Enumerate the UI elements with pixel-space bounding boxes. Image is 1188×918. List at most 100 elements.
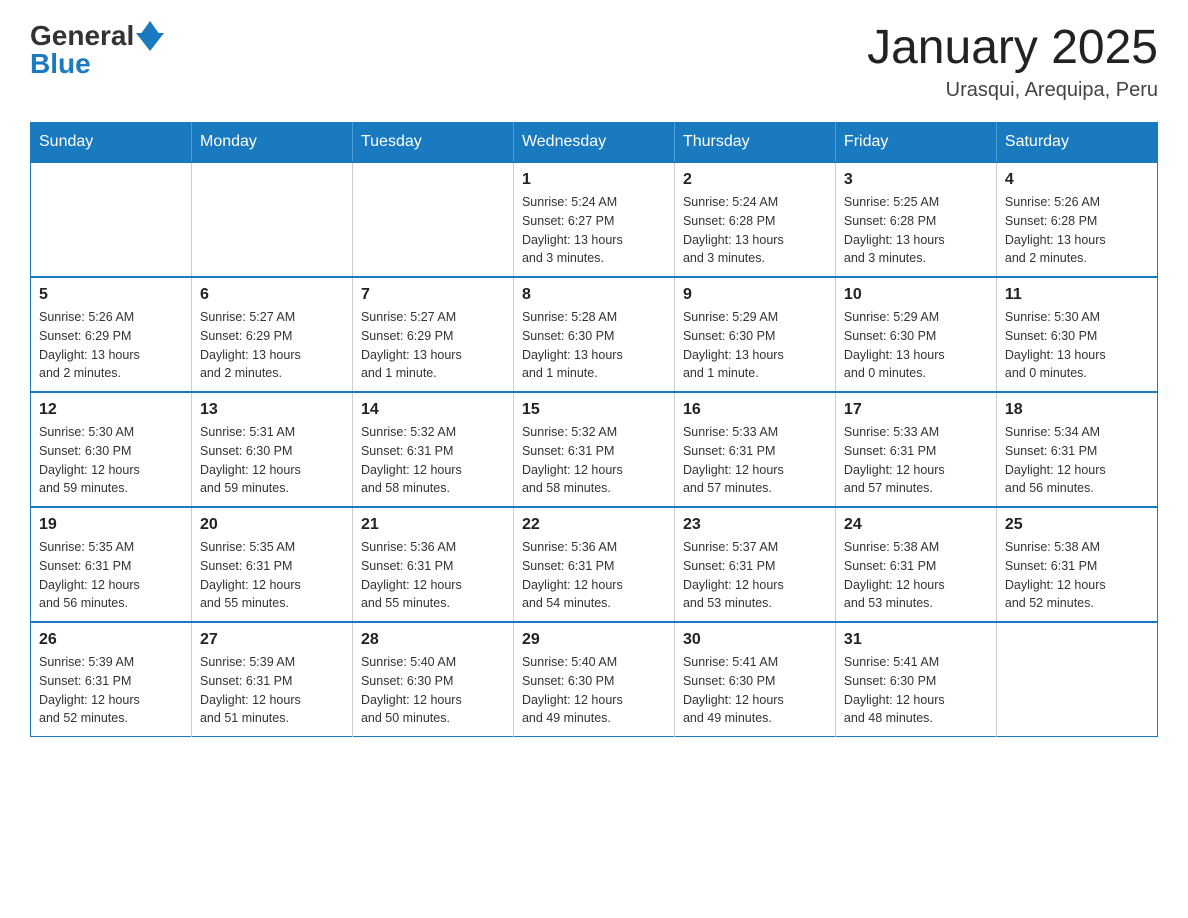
day-info: Sunrise: 5:26 AMSunset: 6:28 PMDaylight:… xyxy=(1005,193,1149,268)
day-number: 5 xyxy=(39,286,183,304)
calendar-week-row: 12 Sunrise: 5:30 AMSunset: 6:30 PMDayligh… xyxy=(31,392,1158,507)
calendar-week-row: 19Sunrise: 5:35 AMSunset: 6:31 PMDayligh… xyxy=(31,507,1158,622)
day-info: Sunrise: 5:37 AMSunset: 6:31 PMDaylight:… xyxy=(683,538,827,613)
day-info: Sunrise: 5:33 AMSunset: 6:31 PMDaylight:… xyxy=(844,423,988,498)
calendar-day-cell: 18 Sunrise: 5:34 AMSunset: 6:31 PMDayligh… xyxy=(996,392,1157,507)
calendar-day-cell: 6 Sunrise: 5:27 AMSunset: 6:29 PMDaylight… xyxy=(191,277,352,392)
day-info: Sunrise: 5:39 AMSunset: 6:31 PMDaylight:… xyxy=(39,653,183,728)
day-number: 15 xyxy=(522,401,666,419)
day-number: 14 xyxy=(361,401,505,419)
day-info: Sunrise: 5:27 AMSunset: 6:29 PMDaylight:… xyxy=(361,308,505,383)
calendar-day-cell: 30 Sunrise: 5:41 AMSunset: 6:30 PMDayligh… xyxy=(674,622,835,737)
calendar-week-row: 5 Sunrise: 5:26 AMSunset: 6:29 PMDaylight… xyxy=(31,277,1158,392)
day-info: Sunrise: 5:29 AMSunset: 6:30 PMDaylight:… xyxy=(683,308,827,383)
calendar-day-cell xyxy=(31,162,192,277)
calendar-day-cell: 20 Sunrise: 5:35 AMSunset: 6:31 PMDayligh… xyxy=(191,507,352,622)
weekday-header-sunday: Sunday xyxy=(31,123,192,163)
weekday-header-row: SundayMondayTuesdayWednesdayThursdayFrid… xyxy=(31,123,1158,163)
calendar-day-cell: 19Sunrise: 5:35 AMSunset: 6:31 PMDayligh… xyxy=(31,507,192,622)
calendar-week-row: 1 Sunrise: 5:24 AMSunset: 6:27 PMDaylight… xyxy=(31,162,1158,277)
calendar-day-cell: 27Sunrise: 5:39 AMSunset: 6:31 PMDayligh… xyxy=(191,622,352,737)
day-info: Sunrise: 5:26 AMSunset: 6:29 PMDaylight:… xyxy=(39,308,183,383)
day-info: Sunrise: 5:32 AMSunset: 6:31 PMDaylight:… xyxy=(361,423,505,498)
calendar-day-cell: 10 Sunrise: 5:29 AMSunset: 6:30 PMDayligh… xyxy=(835,277,996,392)
day-info: Sunrise: 5:35 AMSunset: 6:31 PMDaylight:… xyxy=(200,538,344,613)
calendar-day-cell: 26 Sunrise: 5:39 AMSunset: 6:31 PMDayligh… xyxy=(31,622,192,737)
month-title: January 2025 xyxy=(867,20,1158,75)
day-info: Sunrise: 5:34 AMSunset: 6:31 PMDaylight:… xyxy=(1005,423,1149,498)
calendar-day-cell: 28Sunrise: 5:40 AMSunset: 6:30 PMDayligh… xyxy=(352,622,513,737)
day-number: 1 xyxy=(522,171,666,189)
day-number: 3 xyxy=(844,171,988,189)
day-info: Sunrise: 5:38 AMSunset: 6:31 PMDaylight:… xyxy=(1005,538,1149,613)
day-number: 13 xyxy=(200,401,344,419)
day-number: 30 xyxy=(683,631,827,649)
day-info: Sunrise: 5:41 AMSunset: 6:30 PMDaylight:… xyxy=(683,653,827,728)
day-info: Sunrise: 5:40 AMSunset: 6:30 PMDaylight:… xyxy=(522,653,666,728)
weekday-header-friday: Friday xyxy=(835,123,996,163)
title-section: January 2025 Urasqui, Arequipa, Peru xyxy=(867,20,1158,102)
day-info: Sunrise: 5:24 AMSunset: 6:28 PMDaylight:… xyxy=(683,193,827,268)
day-number: 11 xyxy=(1005,286,1149,304)
day-info: Sunrise: 5:24 AMSunset: 6:27 PMDaylight:… xyxy=(522,193,666,268)
day-info: Sunrise: 5:30 AMSunset: 6:30 PMDaylight:… xyxy=(1005,308,1149,383)
calendar-day-cell: 5 Sunrise: 5:26 AMSunset: 6:29 PMDaylight… xyxy=(31,277,192,392)
day-number: 17 xyxy=(844,401,988,419)
calendar-day-cell: 22 Sunrise: 5:36 AMSunset: 6:31 PMDayligh… xyxy=(513,507,674,622)
day-number: 20 xyxy=(200,516,344,534)
calendar-day-cell: 14 Sunrise: 5:32 AMSunset: 6:31 PMDayligh… xyxy=(352,392,513,507)
calendar-day-cell: 1 Sunrise: 5:24 AMSunset: 6:27 PMDaylight… xyxy=(513,162,674,277)
day-number: 27 xyxy=(200,631,344,649)
calendar-day-cell: 17 Sunrise: 5:33 AMSunset: 6:31 PMDayligh… xyxy=(835,392,996,507)
calendar-day-cell: 9 Sunrise: 5:29 AMSunset: 6:30 PMDaylight… xyxy=(674,277,835,392)
calendar-day-cell: 7 Sunrise: 5:27 AMSunset: 6:29 PMDaylight… xyxy=(352,277,513,392)
logo-blue-text: Blue xyxy=(30,48,91,80)
calendar-day-cell: 13Sunrise: 5:31 AMSunset: 6:30 PMDayligh… xyxy=(191,392,352,507)
calendar-body: 1 Sunrise: 5:24 AMSunset: 6:27 PMDaylight… xyxy=(31,162,1158,737)
day-number: 22 xyxy=(522,516,666,534)
calendar-day-cell: 15Sunrise: 5:32 AMSunset: 6:31 PMDayligh… xyxy=(513,392,674,507)
day-number: 6 xyxy=(200,286,344,304)
day-info: Sunrise: 5:30 AMSunset: 6:30 PMDaylight:… xyxy=(39,423,183,498)
day-number: 7 xyxy=(361,286,505,304)
day-number: 18 xyxy=(1005,401,1149,419)
day-number: 31 xyxy=(844,631,988,649)
day-info: Sunrise: 5:36 AMSunset: 6:31 PMDaylight:… xyxy=(522,538,666,613)
day-info: Sunrise: 5:27 AMSunset: 6:29 PMDaylight:… xyxy=(200,308,344,383)
calendar-day-cell: 25Sunrise: 5:38 AMSunset: 6:31 PMDayligh… xyxy=(996,507,1157,622)
day-number: 10 xyxy=(844,286,988,304)
calendar-day-cell: 2 Sunrise: 5:24 AMSunset: 6:28 PMDaylight… xyxy=(674,162,835,277)
weekday-header-thursday: Thursday xyxy=(674,123,835,163)
day-number: 12 xyxy=(39,401,183,419)
day-number: 29 xyxy=(522,631,666,649)
day-number: 9 xyxy=(683,286,827,304)
day-number: 16 xyxy=(683,401,827,419)
page-header: General Blue January 2025 Urasqui, Arequ… xyxy=(30,20,1158,102)
calendar-day-cell: 3Sunrise: 5:25 AMSunset: 6:28 PMDaylight… xyxy=(835,162,996,277)
day-number: 4 xyxy=(1005,171,1149,189)
day-info: Sunrise: 5:38 AMSunset: 6:31 PMDaylight:… xyxy=(844,538,988,613)
day-info: Sunrise: 5:29 AMSunset: 6:30 PMDaylight:… xyxy=(844,308,988,383)
day-info: Sunrise: 5:33 AMSunset: 6:31 PMDaylight:… xyxy=(683,423,827,498)
calendar-week-row: 26 Sunrise: 5:39 AMSunset: 6:31 PMDayligh… xyxy=(31,622,1158,737)
weekday-header-tuesday: Tuesday xyxy=(352,123,513,163)
calendar-day-cell: 11 Sunrise: 5:30 AMSunset: 6:30 PMDayligh… xyxy=(996,277,1157,392)
location-title: Urasqui, Arequipa, Peru xyxy=(867,79,1158,102)
calendar-day-cell xyxy=(191,162,352,277)
day-number: 26 xyxy=(39,631,183,649)
day-info: Sunrise: 5:28 AMSunset: 6:30 PMDaylight:… xyxy=(522,308,666,383)
weekday-header-wednesday: Wednesday xyxy=(513,123,674,163)
calendar-day-cell: 23Sunrise: 5:37 AMSunset: 6:31 PMDayligh… xyxy=(674,507,835,622)
calendar-table: SundayMondayTuesdayWednesdayThursdayFrid… xyxy=(30,122,1158,737)
calendar-day-cell: 4 Sunrise: 5:26 AMSunset: 6:28 PMDaylight… xyxy=(996,162,1157,277)
calendar-header: SundayMondayTuesdayWednesdayThursdayFrid… xyxy=(31,123,1158,163)
calendar-day-cell: 24Sunrise: 5:38 AMSunset: 6:31 PMDayligh… xyxy=(835,507,996,622)
weekday-header-saturday: Saturday xyxy=(996,123,1157,163)
calendar-day-cell: 16 Sunrise: 5:33 AMSunset: 6:31 PMDayligh… xyxy=(674,392,835,507)
weekday-header-monday: Monday xyxy=(191,123,352,163)
calendar-day-cell xyxy=(352,162,513,277)
calendar-day-cell: 8Sunrise: 5:28 AMSunset: 6:30 PMDaylight… xyxy=(513,277,674,392)
day-number: 2 xyxy=(683,171,827,189)
logo: General Blue xyxy=(30,20,164,80)
day-info: Sunrise: 5:41 AMSunset: 6:30 PMDaylight:… xyxy=(844,653,988,728)
